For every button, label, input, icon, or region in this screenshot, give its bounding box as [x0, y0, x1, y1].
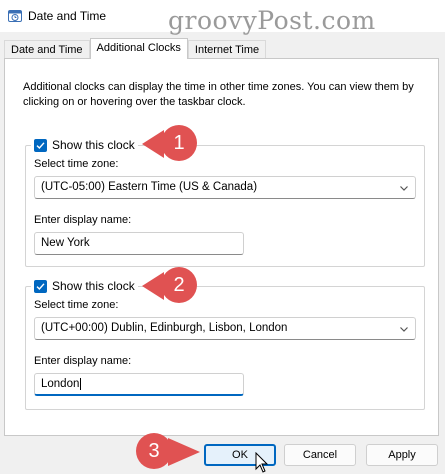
tab-panel: Additional clocks can display the time i…: [4, 58, 439, 436]
chevron-down-icon: [400, 186, 408, 191]
check-icon: [36, 141, 45, 149]
chevron-down-icon: [400, 327, 408, 332]
callout-2-number: 2: [173, 274, 185, 296]
show-clock-2-checkbox[interactable]: [34, 279, 47, 293]
check-icon: [36, 282, 45, 290]
mouse-pointer-icon: [255, 452, 269, 473]
show-clock-1-label: Show this clock: [52, 138, 135, 152]
callout-1-number: 1: [173, 132, 185, 154]
clock-group-1: Show this clock Select time zone: (UTC-0…: [25, 138, 425, 267]
timezone-1-label: Select time zone:: [34, 158, 119, 170]
display-name-1-value: New York: [41, 237, 90, 249]
description-text: Additional clocks can display the time i…: [23, 81, 414, 108]
display-name-1-input[interactable]: New York: [34, 232, 244, 255]
callout-3-number: 3: [148, 440, 160, 462]
clock-icon: [8, 10, 22, 22]
display-name-2-label: Enter display name:: [34, 355, 132, 367]
display-name-1-label: Enter display name:: [34, 214, 132, 226]
tab-internet-time[interactable]: Internet Time: [187, 40, 267, 58]
timezone-1-select[interactable]: (UTC-05:00) Eastern Time (US & Canada): [34, 176, 416, 199]
display-name-2-input[interactable]: London: [34, 373, 244, 396]
timezone-2-select[interactable]: (UTC+00:00) Dublin, Edinburgh, Lisbon, L…: [34, 317, 416, 340]
show-clock-1[interactable]: Show this clock: [31, 138, 138, 152]
apply-button[interactable]: Apply: [366, 444, 438, 466]
callout-2: 2: [138, 266, 208, 307]
timezone-2-label: Select time zone:: [34, 299, 119, 311]
timezone-2-value: (UTC+00:00) Dublin, Edinburgh, Lisbon, L…: [41, 322, 288, 334]
tab-additional-clocks[interactable]: Additional Clocks: [89, 38, 188, 59]
text-caret: [80, 377, 82, 390]
tab-strip: Date and Time Additional Clocks Internet…: [4, 38, 267, 59]
show-clock-1-checkbox[interactable]: [34, 138, 47, 152]
watermark: groovyPost.com: [168, 6, 376, 35]
window-title: Date and Time: [28, 9, 107, 23]
callout-1: 1: [138, 124, 208, 165]
display-name-2-value: London: [41, 378, 80, 390]
title-bar: Date and Time groovyPost.com: [0, 0, 445, 35]
show-clock-2-label: Show this clock: [52, 279, 135, 293]
show-clock-2[interactable]: Show this clock: [31, 279, 138, 293]
callout-3: 3: [134, 432, 206, 473]
cancel-button[interactable]: Cancel: [284, 444, 356, 466]
timezone-1-value: (UTC-05:00) Eastern Time (US & Canada): [41, 181, 258, 193]
clock-group-2: Show this clock Select time zone: (UTC+0…: [25, 279, 425, 410]
tab-date-and-time[interactable]: Date and Time: [4, 40, 90, 58]
